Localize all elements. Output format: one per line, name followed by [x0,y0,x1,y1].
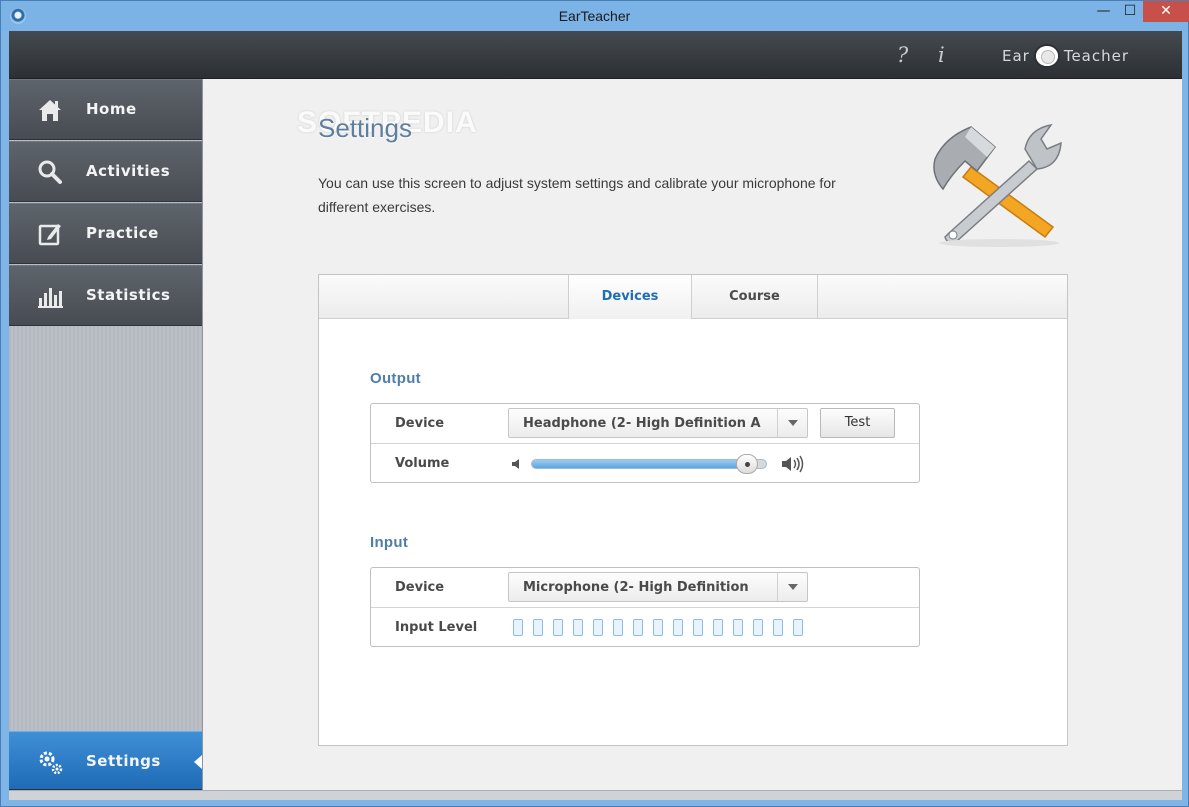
output-section-title: Output [370,370,421,387]
bottom-strip [9,790,1182,800]
sidebar-item-practice[interactable]: Practice [9,203,202,264]
level-segment [593,619,603,636]
level-segment [613,619,623,636]
input-device-row: Device Microphone (2- High Definition [371,568,919,608]
logo-text-ear: Ear [1002,47,1030,65]
volume-slider-fill [532,460,747,468]
logo-text-teacher: Teacher [1063,47,1130,65]
sidebar-item-label: Statistics [86,286,171,304]
volume-slider[interactable] [531,454,767,474]
settings-panel: Devices Course Output Device Headphone (… [318,274,1068,746]
chevron-down-icon[interactable] [777,409,807,437]
volume-slider-thumb[interactable] [736,454,758,474]
app-header: ? i Ear Teacher [9,31,1182,79]
level-segment [713,619,723,636]
level-segment [753,619,763,636]
tab-bar: Devices Course [319,275,1067,319]
input-level-row: Input Level [371,608,919,648]
bar-chart-icon [38,288,63,308]
level-segment [773,619,783,636]
search-icon [38,160,62,184]
main-content: SOFTPEDIA Settings You can use this scre… [203,79,1182,790]
gears-icon [39,751,63,775]
app-logo: Ear Teacher [1002,46,1129,66]
input-level-meter [513,619,803,637]
test-button[interactable]: Test [820,408,895,438]
input-device-value: Microphone (2- High Definition [523,580,749,595]
sidebar-item-activities[interactable]: Activities [9,141,202,202]
input-group: Device Microphone (2- High Definition In… [370,567,920,647]
level-segment [793,619,803,636]
home-icon [39,100,61,121]
edit-icon [38,224,61,246]
level-segment [693,619,703,636]
minimize-button[interactable]: — [1090,1,1117,22]
sidebar-item-label: Practice [86,224,159,242]
input-section-title: Input [370,534,409,551]
tab-course[interactable]: Course [692,275,818,319]
sidebar-item-label: Home [86,100,137,118]
level-segment [653,619,663,636]
output-group: Device Headphone (2- High Definition A T… [370,403,920,483]
volume-low-icon [512,459,519,469]
input-level-label: Input Level [395,620,478,635]
level-segment [533,619,543,636]
title-bar: EarTeacher — ☐ ✕ [1,1,1189,31]
volume-label: Volume [395,456,450,471]
window-title: EarTeacher [558,8,631,24]
selected-indicator-icon [194,755,202,769]
output-device-row: Device Headphone (2- High Definition A T… [371,404,919,444]
help-icon[interactable]: ? [897,43,908,67]
app-window: EarTeacher — ☐ ✕ ? i Ear Teacher Home Ac… [0,0,1189,807]
sidebar-item-label: Activities [86,162,171,180]
sidebar-item-home[interactable]: Home [9,79,202,140]
input-device-label: Device [395,580,445,595]
page-title: Settings [318,113,412,143]
chevron-down-icon[interactable] [777,573,807,601]
page-description: You can use this screen to adjust system… [318,175,836,215]
output-device-select[interactable]: Headphone (2- High Definition A [508,408,808,438]
level-segment [573,619,583,636]
maximize-button[interactable]: ☐ [1117,1,1143,22]
sidebar-item-label: Settings [86,752,161,770]
tab-devices[interactable]: Devices [568,275,692,319]
level-segment [633,619,643,636]
level-segment [513,619,523,636]
level-segment [553,619,563,636]
info-icon[interactable]: i [938,43,945,67]
sidebar-item-settings[interactable]: Settings [9,731,202,790]
volume-high-icon [782,455,804,473]
headphone-logo-icon [1035,46,1058,66]
output-device-label: Device [395,416,445,431]
sidebar-item-statistics[interactable]: Statistics [9,265,202,326]
close-button[interactable]: ✕ [1143,1,1189,22]
output-device-value: Headphone (2- High Definition A [523,416,761,431]
input-device-select[interactable]: Microphone (2- High Definition [508,572,808,602]
output-volume-row: Volume [371,444,919,484]
level-segment [673,619,683,636]
tools-icon [933,123,1062,247]
level-segment [733,619,743,636]
sidebar: Home Activities Practice Statistics Sett… [9,79,203,790]
